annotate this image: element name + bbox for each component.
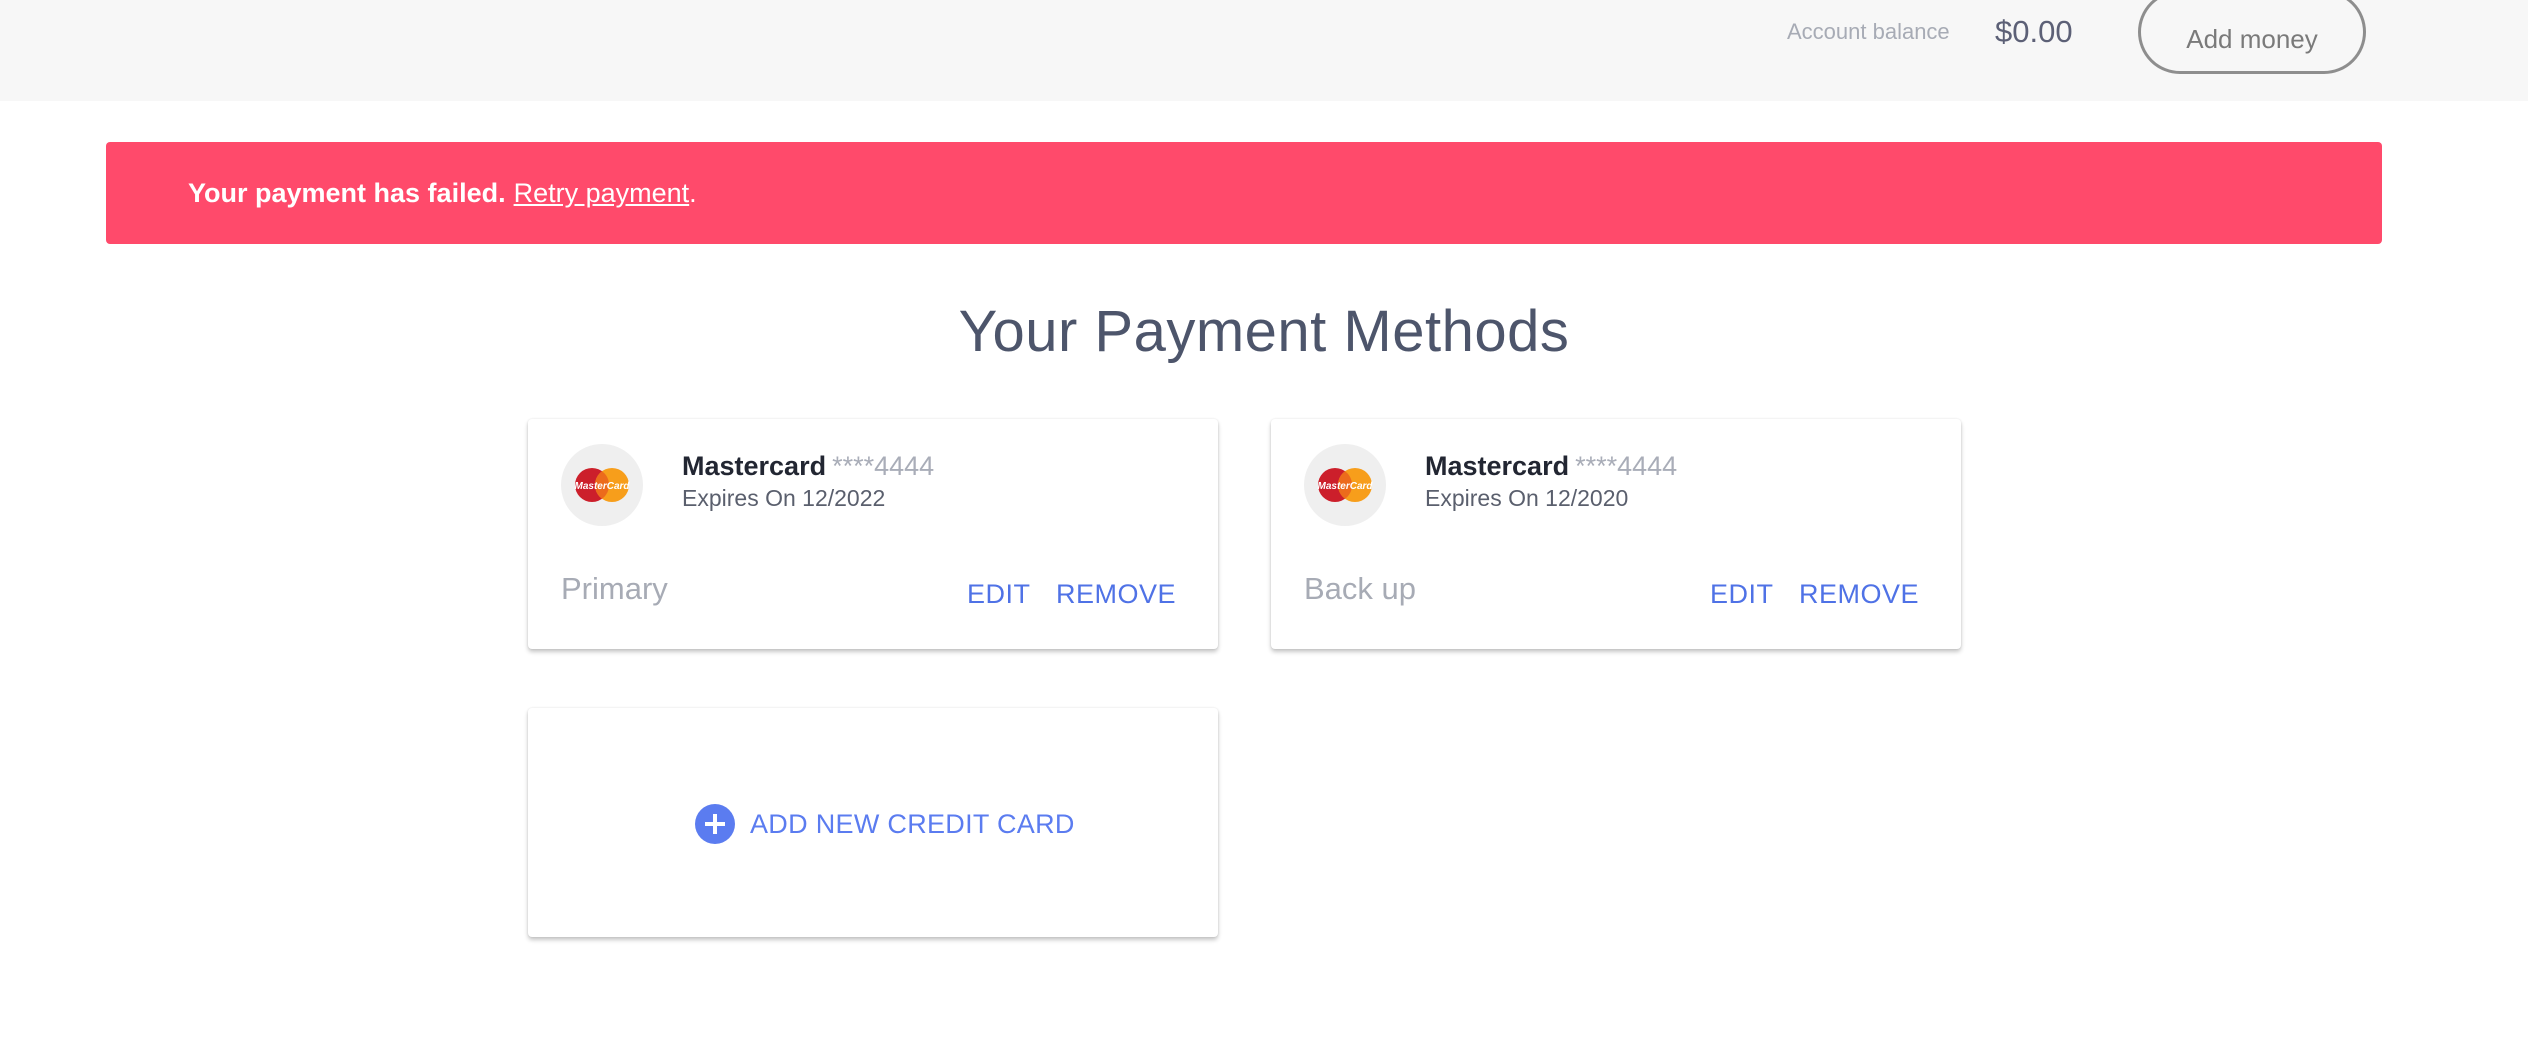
retry-payment-link[interactable]: Retry payment xyxy=(514,178,690,209)
alert-message: Your payment has failed. xyxy=(188,177,506,208)
remove-card-button[interactable]: REMOVE xyxy=(1056,579,1176,610)
payment-card-backup: MasterCard Mastercard ****4444 Expires On… xyxy=(1271,419,1961,649)
page-title: Your Payment Methods xyxy=(958,299,1570,364)
svg-text:MasterCard: MasterCard xyxy=(1317,481,1373,492)
mastercard-logo-icon: MasterCard xyxy=(1304,444,1386,526)
edit-card-button[interactable]: EDIT xyxy=(1710,579,1774,610)
add-card-panel: ADD NEW CREDIT CARD xyxy=(528,708,1218,937)
remove-card-button[interactable]: REMOVE xyxy=(1799,579,1919,610)
account-balance-value: $0.00 xyxy=(1995,14,2073,49)
alert-suffix: . xyxy=(689,177,697,208)
top-header: Account balance $0.00 Add money xyxy=(0,0,2528,101)
add-new-credit-card-button[interactable]: ADD NEW CREDIT CARD xyxy=(695,804,1075,844)
payment-failed-alert: Your payment has failed. Retry payment . xyxy=(106,142,2382,244)
add-card-label: ADD NEW CREDIT CARD xyxy=(750,808,1075,839)
card-expiry: Expires On 12/2022 xyxy=(682,485,886,511)
plus-circle-icon xyxy=(695,804,735,844)
card-expiry: Expires On 12/2020 xyxy=(1425,485,1629,511)
card-role-label: Back up xyxy=(1304,571,1417,606)
mastercard-logo-icon: MasterCard xyxy=(561,444,643,526)
card-masked-number: ****4444 xyxy=(832,451,935,481)
payment-card-primary: MasterCard Mastercard ****4444 Expires On… xyxy=(528,419,1218,649)
svg-text:MasterCard: MasterCard xyxy=(574,481,630,492)
card-masked-number: ****4444 xyxy=(1575,451,1678,481)
edit-card-button[interactable]: EDIT xyxy=(967,579,1031,610)
card-brand: Mastercard xyxy=(682,451,827,481)
card-role-label: Primary xyxy=(561,571,668,606)
account-balance-label: Account balance xyxy=(1787,19,1950,44)
add-money-button[interactable]: Add money xyxy=(2138,0,2366,74)
card-brand: Mastercard xyxy=(1425,451,1570,481)
